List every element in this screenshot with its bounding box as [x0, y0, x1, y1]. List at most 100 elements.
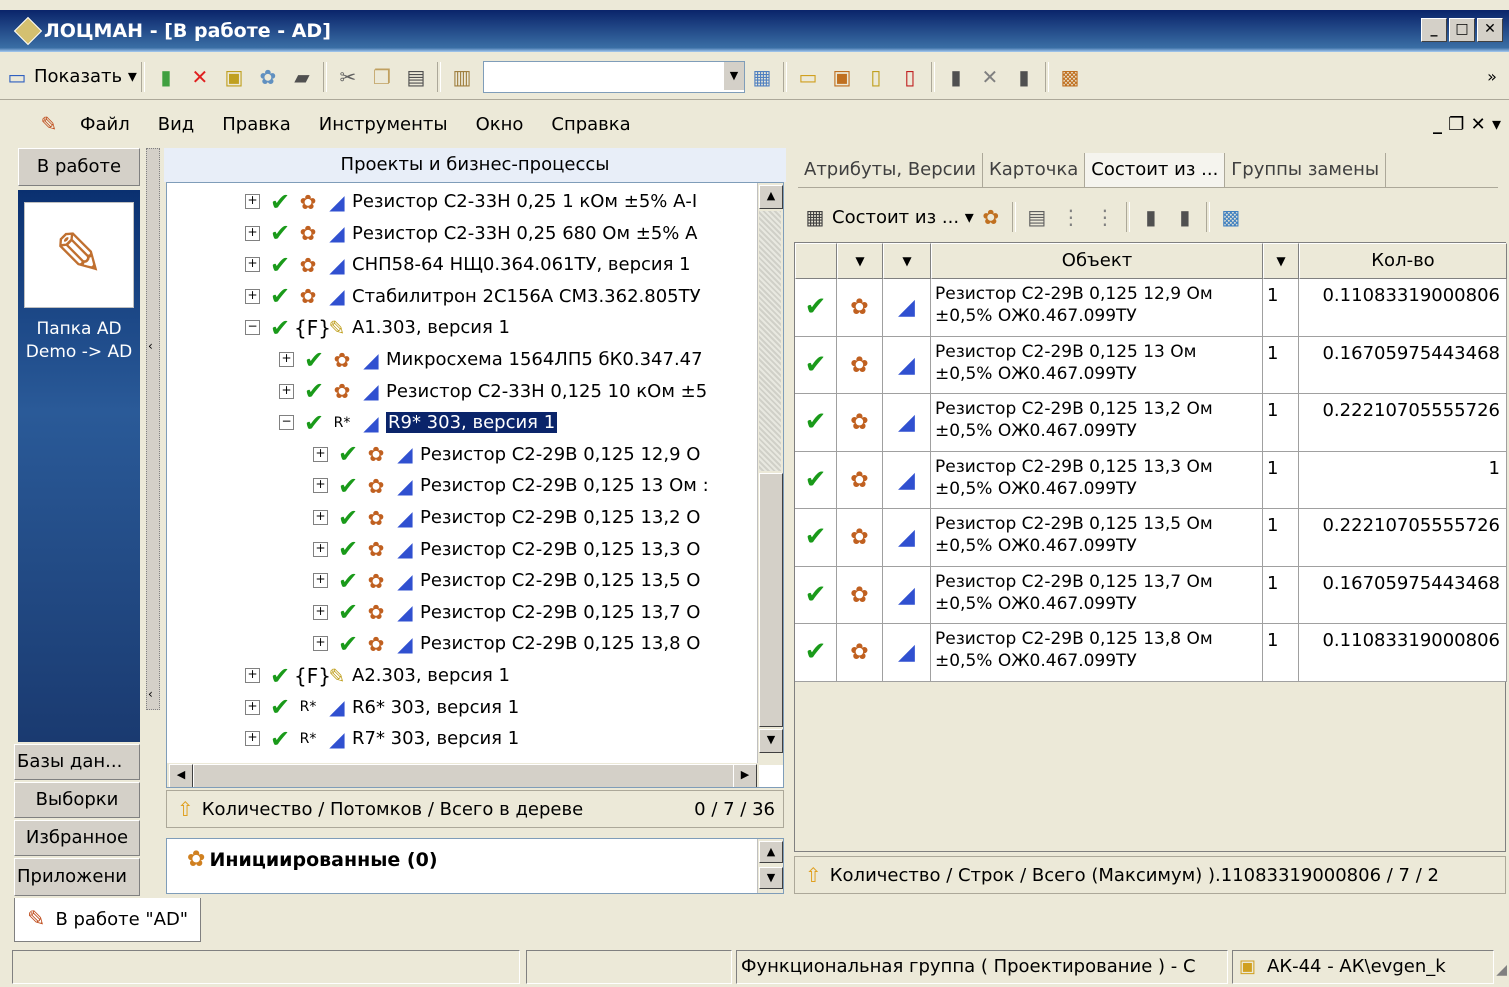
- scroll-right-icon[interactable]: ▶: [733, 764, 757, 787]
- mdi-controls[interactable]: _ ❐ ✕ ▾: [1433, 114, 1501, 135]
- show-button[interactable]: Показать ▾: [34, 66, 137, 87]
- expand-node-icon[interactable]: +: [313, 446, 328, 462]
- tree-node[interactable]: + ✔ ✿ ◢ Резистор С2-29В 0,125 12,9 О: [313, 439, 700, 470]
- overflow-icon[interactable]: »: [1479, 64, 1505, 90]
- expand-node-icon[interactable]: +: [245, 699, 260, 715]
- column-header-status[interactable]: [795, 243, 837, 279]
- tree-node[interactable]: + ✔ {F} ✎ А2.303, версия 1: [245, 660, 510, 691]
- tree-node[interactable]: − ✔ {F} ✎ А1.303, версия 1: [245, 312, 510, 343]
- nav-splitter[interactable]: ‹ ‹: [146, 148, 160, 710]
- nav-tab-favorites[interactable]: Избранное: [14, 820, 140, 856]
- menu-view[interactable]: Вид: [144, 114, 209, 135]
- consists-of-dropdown[interactable]: Состоит из ... ▾: [832, 207, 974, 228]
- nav-tab-applications[interactable]: Приложени: [14, 858, 140, 896]
- paste-icon[interactable]: ▤: [403, 64, 429, 90]
- tree-node[interactable]: + ✔ ✿ ◢ Резистор С2-29В 0,125 13,7 О: [313, 597, 700, 628]
- document-delete-icon[interactable]: ▯: [897, 64, 923, 90]
- page-icon[interactable]: ▮: [1011, 64, 1037, 90]
- scroll-up-icon[interactable]: ▲: [759, 841, 783, 863]
- collapse-node-icon[interactable]: −: [245, 320, 260, 336]
- scroll-up-icon[interactable]: ▲: [759, 185, 783, 209]
- add-component-icon[interactable]: ✿: [978, 204, 1004, 230]
- tree-node[interactable]: + ✔ ✿ ◢ Резистор С2-29В 0,125 13,8 О: [313, 628, 700, 659]
- expand-node-icon[interactable]: +: [245, 194, 260, 209]
- expand-node-icon[interactable]: +: [313, 541, 328, 557]
- tree-horizontal-scrollbar[interactable]: ◀ ▶: [167, 763, 759, 787]
- tree-node[interactable]: − ✔ R* ◢ R9* 303, версия 1: [279, 407, 559, 438]
- object-cell[interactable]: Резистор С2-29В 0,125 13,2 Ом ±0,5% ОЖ0.…: [931, 394, 1263, 452]
- qty-cell[interactable]: 1: [1299, 451, 1507, 509]
- tree-node[interactable]: + ✔ ✿ ◢ Резистор С2-29В 0,125 13,2 О: [313, 502, 700, 533]
- list-icon[interactable]: ▤: [1024, 204, 1050, 230]
- scroll-down-icon[interactable]: ▼: [759, 729, 783, 753]
- card-icon[interactable]: ▮: [1138, 204, 1164, 230]
- expand-node-icon[interactable]: +: [245, 731, 260, 747]
- column-header-count[interactable]: ▼: [1263, 243, 1299, 279]
- menu-edit[interactable]: Правка: [208, 114, 305, 135]
- components-grid[interactable]: ▼ ▼ Объект ▼ Кол-во ✔ ✿ ◢ Резистор С2-29В 0,125 …: [794, 242, 1507, 852]
- expand-node-icon[interactable]: +: [313, 478, 328, 494]
- copy-icon[interactable]: ❐: [369, 64, 395, 90]
- tree-node[interactable]: + ✔ ✿ ◢ Резистор С2-29В 0,125 13 Ом :: [313, 470, 709, 501]
- expand-node-icon[interactable]: +: [313, 510, 328, 525]
- collapse-left-icon[interactable]: ‹: [148, 339, 153, 353]
- count-cell[interactable]: 1: [1263, 566, 1299, 624]
- object-type-combo[interactable]: ▼: [482, 60, 745, 93]
- scroll-track[interactable]: [759, 211, 781, 471]
- tree-node[interactable]: + ✔ ✿ ◢ Резистор С2-33Н 0,25 680 Ом ±5% А: [245, 218, 697, 249]
- menu-file[interactable]: Файл: [66, 114, 144, 135]
- minimize-button[interactable]: _: [1421, 18, 1447, 42]
- qty-cell[interactable]: 0.16705975443468: [1299, 336, 1507, 394]
- count-cell[interactable]: 1: [1263, 509, 1299, 567]
- resize-grip-icon[interactable]: ◢: [1496, 962, 1507, 978]
- tree-node[interactable]: + ✔ ✿ ◢ Стабилитрон 2С156А СМ3.362.805ТУ: [245, 281, 701, 312]
- maximize-button[interactable]: □: [1449, 18, 1475, 42]
- edit-settings-icon[interactable]: ▩: [1218, 204, 1244, 230]
- scroll-down-icon[interactable]: ▼: [759, 867, 783, 889]
- scroll-thumb[interactable]: [759, 473, 783, 727]
- count-cell[interactable]: 1: [1263, 394, 1299, 452]
- menu-tools[interactable]: Инструменты: [305, 114, 462, 135]
- nav-tab-in-work[interactable]: В работе: [18, 148, 140, 186]
- scroll-left-icon[interactable]: ◀: [169, 764, 193, 787]
- initiated-item[interactable]: ✿ Инициированные (0): [187, 847, 438, 872]
- tree-node[interactable]: + ✔ ✿ ◢ СНП58-64 НЩ0.364.061ТУ, версия 1: [245, 249, 691, 280]
- menu-window[interactable]: Окно: [462, 114, 538, 135]
- object-cell[interactable]: Резистор С2-29В 0,125 13,5 Ом ±0,5% ОЖ0.…: [931, 509, 1263, 567]
- tree-node[interactable]: + ✔ ✿ ◢ Микросхема 1564ЛП5 бК0.347.47: [279, 344, 703, 375]
- qty-cell[interactable]: 0.11083319000806: [1299, 279, 1507, 337]
- tree-vertical-scrollbar[interactable]: ▲ ▼: [757, 183, 783, 765]
- tab-attributes[interactable]: Атрибуты, Версии: [798, 153, 983, 187]
- tree-collapse-icon[interactable]: ⋮: [1092, 204, 1118, 230]
- column-header-object[interactable]: Объект: [931, 243, 1263, 279]
- briefcase-icon[interactable]: ▣: [829, 64, 855, 90]
- document-tab[interactable]: ✎ В работе "AD": [14, 898, 202, 942]
- count-cell[interactable]: 1: [1263, 451, 1299, 509]
- count-cell[interactable]: 1: [1263, 279, 1299, 337]
- folder-icon[interactable]: ▭: [795, 64, 821, 90]
- nav-tab-databases[interactable]: Базы дан...: [14, 744, 140, 780]
- column-header-qty[interactable]: Кол-во: [1299, 243, 1507, 279]
- card-icon[interactable]: ▮: [943, 64, 969, 90]
- collapse-left-icon[interactable]: ‹: [148, 687, 153, 701]
- expand-node-icon[interactable]: +: [279, 352, 294, 367]
- tree-expand-icon[interactable]: ⋮: [1058, 204, 1084, 230]
- qty-cell[interactable]: 0.11083319000806: [1299, 624, 1507, 682]
- expand-node-icon[interactable]: +: [245, 257, 260, 273]
- menu-help[interactable]: Справка: [537, 114, 644, 135]
- expand-node-icon[interactable]: +: [245, 288, 260, 304]
- remove-icon[interactable]: ✕: [977, 64, 1003, 90]
- scroll-h-thumb[interactable]: [193, 764, 735, 787]
- bp-scrollbar[interactable]: ▲ ▼: [757, 839, 783, 893]
- count-cell[interactable]: 1: [1263, 336, 1299, 394]
- cut-icon[interactable]: ✂: [335, 64, 361, 90]
- expand-node-icon[interactable]: +: [313, 604, 328, 620]
- tools-icon[interactable]: ▩: [1057, 64, 1083, 90]
- users-icon[interactable]: ✿: [255, 64, 281, 90]
- archive-icon[interactable]: ▥: [449, 64, 475, 90]
- filter-icon[interactable]: ▦: [749, 64, 775, 90]
- object-cell[interactable]: Резистор С2-29В 0,125 13,3 Ом ±0,5% ОЖ0.…: [931, 451, 1263, 509]
- object-cell[interactable]: Резистор С2-29В 0,125 13,7 Ом ±0,5% ОЖ0.…: [931, 566, 1263, 624]
- tab-card[interactable]: Карточка: [983, 153, 1086, 187]
- delete-icon[interactable]: ✕: [187, 64, 213, 90]
